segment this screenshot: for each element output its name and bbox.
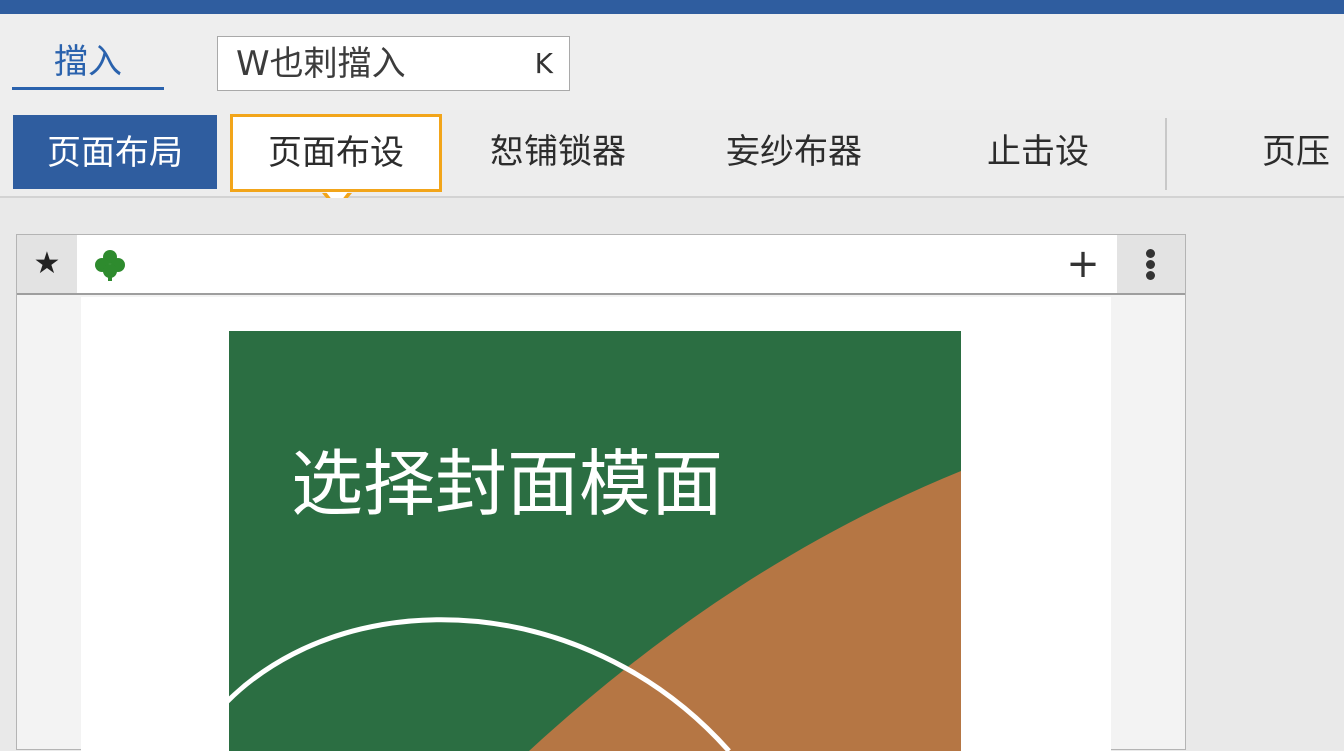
window-title-strip: [0, 0, 1344, 14]
collapse-icon[interactable]: K: [535, 46, 553, 82]
tab-page-layout[interactable]: 页面布局: [13, 115, 217, 189]
vertical-ellipsis-icon[interactable]: [1117, 235, 1185, 293]
cover-title: 选择封面模面: [291, 442, 724, 526]
star-icon[interactable]: ★: [17, 235, 77, 293]
ribbon-top-row: [0, 14, 1344, 110]
tab-ribbon-5[interactable]: 止击设: [960, 114, 1116, 190]
tab-ribbon-3[interactable]: 恕铺锁器: [460, 114, 656, 190]
tab-ribbon-4[interactable]: 妄纱布器: [696, 114, 892, 190]
ribbon-tab-bar: 页面布局 页面布设 恕铺锁器 妄纱布器 止击设 页压: [0, 110, 1344, 198]
search-input[interactable]: W也剌擋入 K: [217, 36, 570, 91]
tab-ribbon-6[interactable]: 页压: [1262, 114, 1344, 190]
document-page: 选择封面模面: [81, 297, 1111, 751]
tab-insert[interactable]: 擋入: [12, 40, 164, 90]
clover-icon[interactable]: [93, 248, 127, 282]
cover-page-panel: ★ + 选择封面模面: [16, 234, 1186, 751]
panel-toolbar: ★ +: [17, 235, 1185, 295]
ribbon-separator: [1165, 118, 1167, 190]
search-input-value: W也剌擋入: [236, 44, 406, 84]
add-icon[interactable]: +: [1061, 239, 1105, 289]
tab-page-setup[interactable]: 页面布设: [230, 114, 442, 192]
cover-template-thumbnail[interactable]: 选择封面模面: [229, 331, 961, 751]
cover-artwork: [229, 471, 961, 751]
